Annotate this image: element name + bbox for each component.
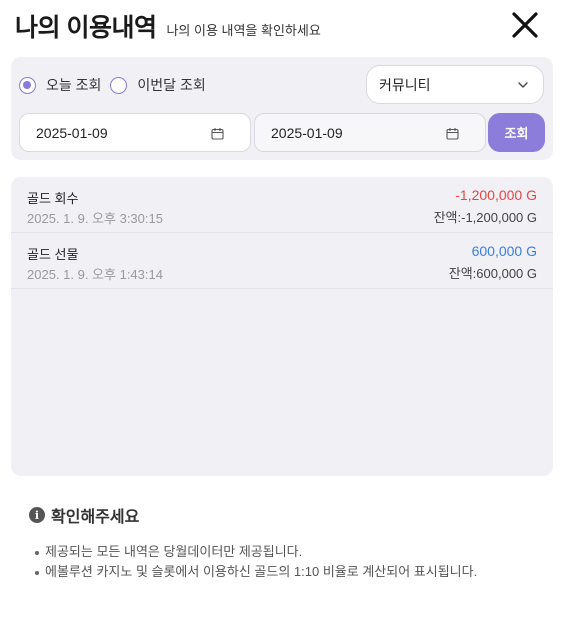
filter-panel: 오늘 조회 이번달 조회 커뮤니티 2025-01-09 2025-01-09 …: [11, 57, 553, 160]
radio-this-month-indicator[interactable]: [110, 76, 128, 94]
notice-header: i 확인해주세요: [29, 503, 543, 527]
list-item: 골드 선물 2025. 1. 9. 오후 1:43:14 600,000 G 잔…: [11, 233, 553, 289]
close-icon: [512, 12, 538, 38]
category-select[interactable]: 커뮤니티: [366, 65, 544, 104]
transaction-amount: -1,200,000 G: [455, 187, 537, 203]
notice-list: 제공되는 모든 내역은 당월데이터만 제공됩니다. 에볼루션 카지노 및 슬롯에…: [35, 542, 543, 582]
radio-this-month-label[interactable]: 이번달 조회: [137, 75, 205, 95]
radio-today[interactable]: 오늘 조회: [19, 75, 101, 95]
header: 나의 이용내역 나의 이용 내역을 확인하세요: [15, 8, 548, 44]
radio-this-month[interactable]: 이번달 조회: [110, 75, 206, 95]
page-subtitle: 나의 이용 내역을 확인하세요: [166, 22, 321, 38]
period-radio-group: 오늘 조회 이번달 조회: [19, 75, 215, 95]
transaction-balance: 잔액:-1,200,000 G: [433, 210, 537, 225]
calendar-icon[interactable]: [211, 127, 224, 140]
start-date-field[interactable]: 2025-01-09: [19, 113, 251, 152]
transaction-time: 2025. 1. 9. 오후 3:30:15: [27, 211, 163, 226]
calendar-icon[interactable]: [446, 127, 459, 140]
transaction-name: 골드 회수: [27, 191, 79, 206]
list-item: 골드 회수 2025. 1. 9. 오후 3:30:15 -1,200,000 …: [11, 177, 553, 233]
notice-item: 제공되는 모든 내역은 당월데이터만 제공됩니다.: [35, 542, 543, 562]
transaction-name: 골드 선물: [27, 247, 79, 262]
radio-today-indicator[interactable]: [19, 76, 36, 94]
info-icon: i: [29, 507, 45, 523]
transaction-balance: 잔액:600,000 G: [448, 266, 537, 281]
close-button[interactable]: [510, 10, 540, 40]
radio-today-label[interactable]: 오늘 조회: [46, 75, 101, 95]
search-button[interactable]: 조회: [488, 113, 545, 152]
notice-title: 확인해주세요: [51, 509, 140, 526]
page-title: 나의 이용내역: [15, 14, 157, 42]
end-date-field[interactable]: 2025-01-09: [254, 113, 486, 152]
notice-item: 에볼루션 카지노 및 슬롯에서 이용하신 골드의 1:10 비율로 계산되어 표…: [35, 562, 543, 582]
end-date-value: 2025-01-09: [271, 124, 343, 141]
transaction-amount: 600,000 G: [471, 243, 537, 259]
category-select-value: 커뮤니티: [379, 76, 431, 93]
start-date-value: 2025-01-09: [36, 124, 108, 141]
transaction-list: 골드 회수 2025. 1. 9. 오후 3:30:15 -1,200,000 …: [11, 177, 553, 476]
notice-section: i 확인해주세요 제공되는 모든 내역은 당월데이터만 제공됩니다. 에볼루션 …: [29, 503, 543, 582]
transaction-time: 2025. 1. 9. 오후 1:43:14: [27, 267, 163, 282]
chevron-down-icon: [518, 82, 528, 88]
